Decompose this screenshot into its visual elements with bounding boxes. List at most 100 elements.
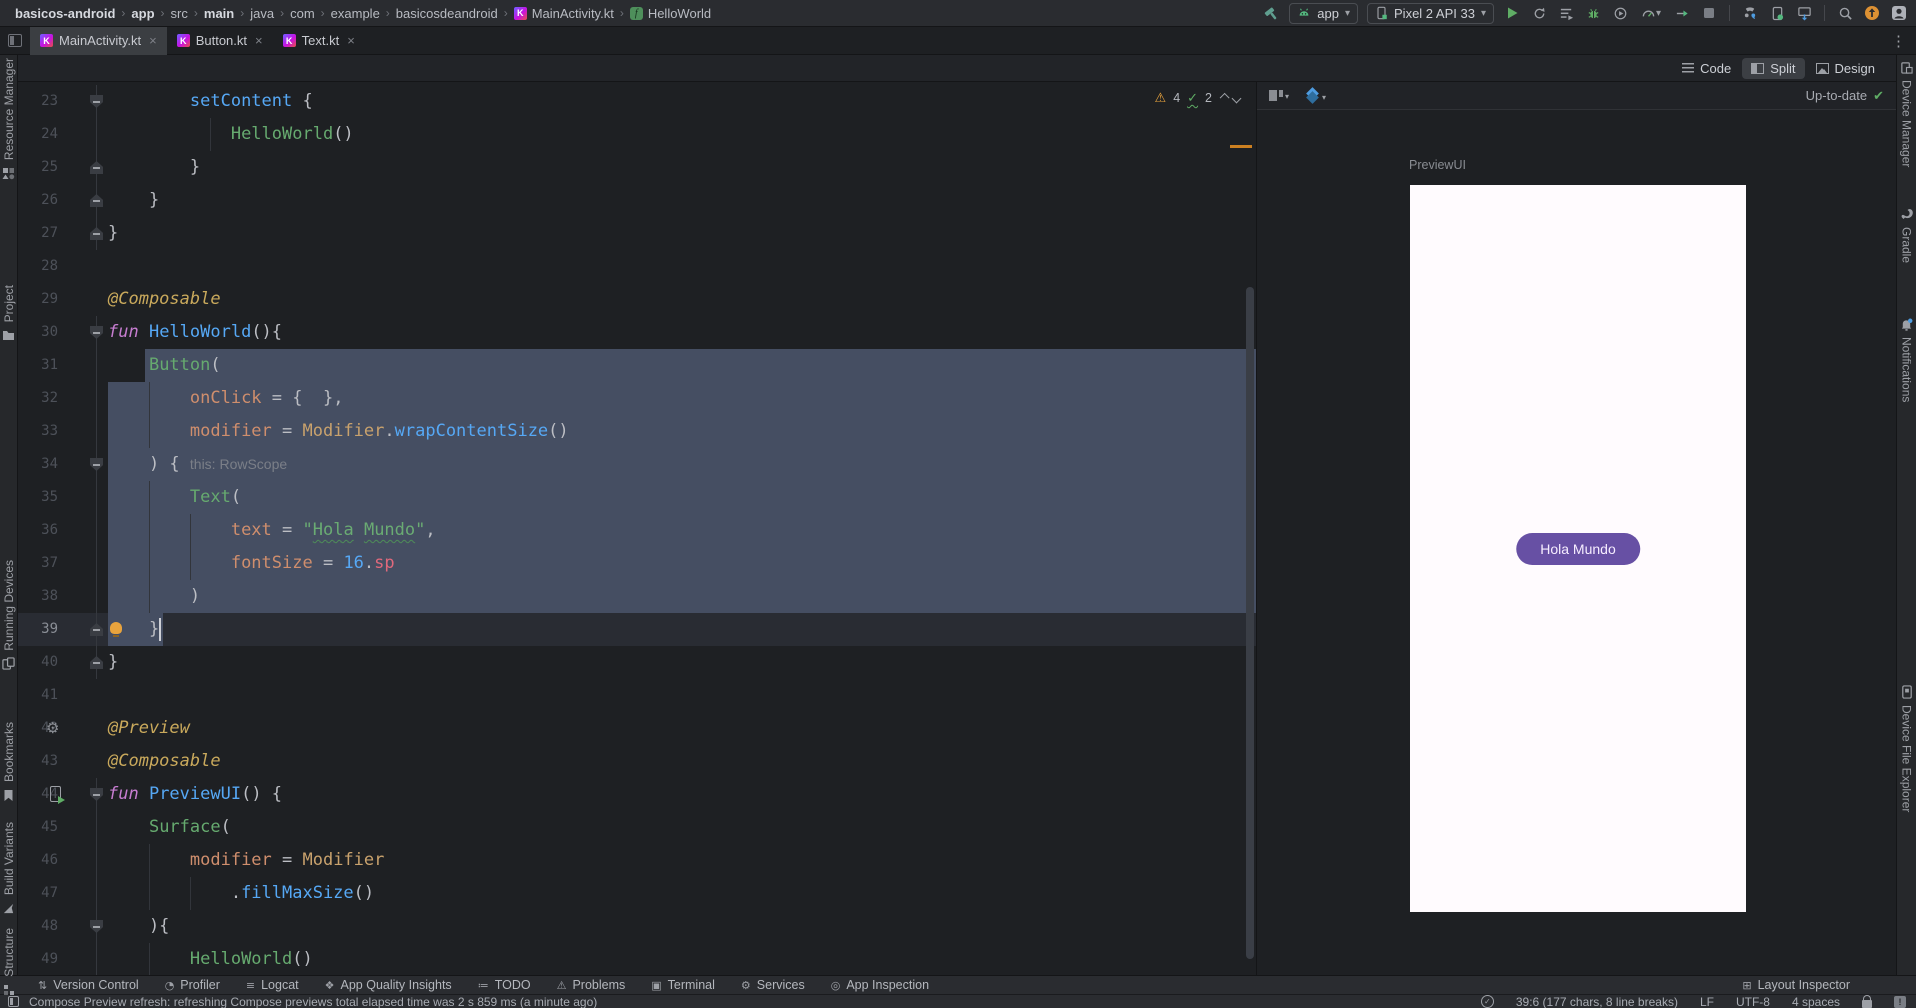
- tool-button-app-inspection[interactable]: ◎ App Inspection: [831, 978, 929, 992]
- line-number[interactable]: 37: [18, 547, 58, 580]
- fold-marker-icon[interactable]: [90, 95, 103, 108]
- breadcrumb-item[interactable]: example: [328, 6, 383, 21]
- apply-changes-icon[interactable]: [1530, 4, 1548, 22]
- close-icon[interactable]: ×: [347, 33, 355, 48]
- line-number[interactable]: 35: [18, 481, 58, 514]
- code-line[interactable]: 25 }: [18, 151, 1256, 184]
- lock-icon[interactable]: [1862, 994, 1872, 1008]
- code-line[interactable]: 40}: [18, 646, 1256, 679]
- tool-button-profiler[interactable]: ◔ Profiler: [165, 978, 220, 992]
- line-number[interactable]: 33: [18, 415, 58, 448]
- fold-marker-icon[interactable]: [90, 920, 103, 933]
- device-select[interactable]: Pixel 2 API 33 ▾: [1367, 2, 1494, 24]
- code-line[interactable]: 49 HelloWorld(): [18, 943, 1256, 975]
- line-number[interactable]: 45: [18, 811, 58, 844]
- line-number[interactable]: 39: [18, 613, 58, 646]
- code-line[interactable]: 23 setContent {: [18, 85, 1256, 118]
- line-number[interactable]: 47: [18, 877, 58, 910]
- view-mode-design[interactable]: Design: [1807, 58, 1884, 79]
- breadcrumb-item[interactable]: com: [287, 6, 318, 21]
- breadcrumb-item[interactable]: f HelloWorld: [627, 6, 714, 21]
- editor-scrollbar[interactable]: [1246, 287, 1254, 959]
- code-line[interactable]: 43 @Composable: [18, 745, 1256, 778]
- code-line[interactable]: 41: [18, 679, 1256, 712]
- tool-stripe-button-device-manager[interactable]: Device Manager: [1897, 60, 1916, 167]
- close-icon[interactable]: ×: [149, 33, 157, 48]
- close-icon[interactable]: ×: [255, 33, 263, 48]
- stop-icon[interactable]: [1700, 4, 1718, 22]
- prev-issue-icon[interactable]: [1219, 92, 1230, 103]
- line-number[interactable]: 40: [18, 646, 58, 679]
- line-number[interactable]: 26: [18, 184, 58, 217]
- more-options-icon[interactable]: ⋮: [1891, 32, 1906, 50]
- analysis-status-icon[interactable]: ✓: [1480, 995, 1494, 1008]
- fold-marker-icon[interactable]: [90, 161, 103, 174]
- fold-marker-icon[interactable]: [90, 227, 103, 240]
- line-number[interactable]: 31: [18, 349, 58, 382]
- event-log-icon[interactable]: !: [1894, 995, 1906, 1008]
- tool-button-problems[interactable]: ⚠ Problems: [557, 978, 626, 992]
- line-ending[interactable]: LF: [1700, 995, 1714, 1008]
- line-number[interactable]: 48: [18, 910, 58, 943]
- tool-stripe-button-resource-manager[interactable]: Resource Manager: [0, 58, 17, 180]
- breadcrumb-item[interactable]: basicos-android: [12, 6, 118, 21]
- tool-stripe-button-notifications[interactable]: Notifications: [1897, 317, 1916, 402]
- code-line[interactable]: 29 @Composable: [18, 283, 1256, 316]
- preview-composable-name[interactable]: PreviewUI: [1409, 158, 1466, 172]
- code-line[interactable]: 33 modifier = Modifier.wrapContentSize(): [18, 415, 1256, 448]
- line-number[interactable]: 25: [18, 151, 58, 184]
- tool-stripe-button-project[interactable]: Project: [0, 285, 17, 342]
- code-line[interactable]: 44 fun PreviewUI() {: [18, 778, 1256, 811]
- preview-grid-mode[interactable]: ▾: [1269, 90, 1289, 101]
- code-line[interactable]: 28: [18, 250, 1256, 283]
- preview-layers-mode[interactable]: ▾: [1289, 89, 1326, 102]
- line-number[interactable]: 34: [18, 448, 58, 481]
- hola-mundo-button[interactable]: Hola Mundo: [1516, 532, 1640, 565]
- code-editor[interactable]: 23 setContent {24 HelloWorld() 25 } 26 } 27…: [18, 82, 1256, 975]
- fold-marker-icon[interactable]: [90, 788, 103, 801]
- tool-button-layout-inspector[interactable]: ⊞ Layout Inspector: [1742, 978, 1850, 992]
- fold-marker-icon[interactable]: [90, 194, 103, 207]
- file-encoding[interactable]: UTF-8: [1736, 995, 1770, 1008]
- code-line[interactable]: 39 }: [18, 613, 1256, 646]
- device-mirroring-icon[interactable]: [1741, 4, 1759, 22]
- run-preview-icon[interactable]: [50, 786, 65, 804]
- preview-device-frame[interactable]: Hola Mundo: [1410, 185, 1746, 912]
- attach-debugger-icon[interactable]: [1673, 4, 1691, 22]
- profiler-icon[interactable]: [1611, 4, 1629, 22]
- line-number[interactable]: 36: [18, 514, 58, 547]
- breadcrumb-item[interactable]: java: [247, 6, 277, 21]
- code-line[interactable]: 24 HelloWorld(): [18, 118, 1256, 151]
- run-button[interactable]: [1503, 4, 1521, 22]
- gutter-gear-icon[interactable]: ⚙: [46, 712, 59, 745]
- run-configuration-select[interactable]: app ▾: [1289, 2, 1359, 24]
- code-line[interactable]: 32 onClick = { },: [18, 382, 1256, 415]
- indent-setting[interactable]: 4 spaces: [1792, 995, 1840, 1008]
- fold-marker-icon[interactable]: [90, 656, 103, 669]
- avatar[interactable]: [1890, 4, 1908, 22]
- tool-stripe-button-device-file-explorer[interactable]: Device File Explorer: [1897, 685, 1916, 812]
- line-number[interactable]: 23: [18, 85, 58, 118]
- fold-marker-icon[interactable]: [90, 458, 103, 471]
- tool-stripe-button-running-devices[interactable]: Running Devices: [0, 560, 17, 671]
- search-everywhere-icon[interactable]: [1836, 4, 1854, 22]
- breadcrumb-item[interactable]: basicosdeandroid: [393, 6, 501, 21]
- tool-button-services[interactable]: ⚙ Services: [741, 978, 805, 992]
- code-line[interactable]: 47 .fillMaxSize(): [18, 877, 1256, 910]
- tab-Text.kt[interactable]: K Text.kt ×: [273, 27, 365, 55]
- code-line[interactable]: 46 modifier = Modifier: [18, 844, 1256, 877]
- line-number[interactable]: 41: [18, 679, 58, 712]
- code-line[interactable]: 26 }: [18, 184, 1256, 217]
- tool-button-version-control[interactable]: ⇅ Version Control: [38, 978, 139, 992]
- code-line[interactable]: 36 text = "Hola Mundo",: [18, 514, 1256, 547]
- update-available-icon[interactable]: [1863, 4, 1881, 22]
- code-line[interactable]: 27}: [18, 217, 1256, 250]
- line-number[interactable]: 30: [18, 316, 58, 349]
- tool-stripe-button-gradle[interactable]: Gradle: [1897, 207, 1916, 263]
- code-line[interactable]: 34 ) { this: RowScope: [18, 448, 1256, 481]
- code-line[interactable]: 38 ): [18, 580, 1256, 613]
- tool-button-logcat[interactable]: ≡ Logcat: [246, 978, 299, 992]
- caret-position[interactable]: 39:6 (177 chars, 8 line breaks): [1516, 995, 1678, 1008]
- breadcrumb-item[interactable]: main: [201, 6, 237, 21]
- line-number[interactable]: 38: [18, 580, 58, 613]
